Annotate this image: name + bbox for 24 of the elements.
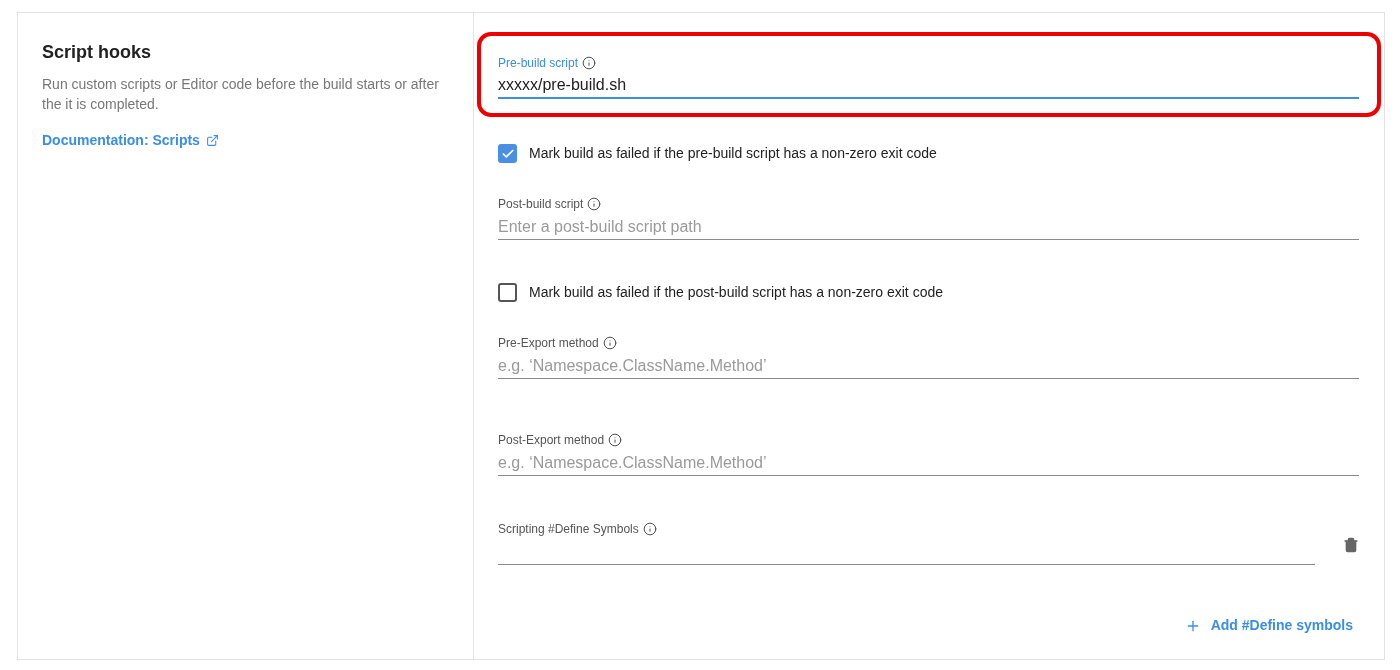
- section-title: Script hooks: [42, 41, 153, 64]
- field-label: Post-build script: [498, 196, 584, 212]
- checkbox-label: Mark build as failed if the post-build script has a non-zero exit code: [529, 283, 943, 302]
- info-icon[interactable]: [582, 56, 597, 70]
- external-link-icon: [205, 134, 219, 147]
- checkbox[interactable]: [498, 144, 517, 163]
- text-field[interactable]: xxxxx/pre-build.sh: [498, 73, 1359, 99]
- documentation-link[interactable]: Documentation: Scripts: [42, 130, 219, 151]
- info-icon[interactable]: [642, 522, 657, 536]
- checkbox[interactable]: [498, 283, 517, 302]
- trash-icon[interactable]: [1343, 537, 1359, 553]
- section-description: Run custom scripts or Editor code before the build starts or after the it is completed.: [42, 75, 440, 114]
- field-label: Scripting #Define Symbols: [498, 521, 639, 537]
- text-field[interactable]: Enter a post-build script path: [498, 214, 1359, 240]
- checkbox-label: Mark build as failed if the pre-build script has a non-zero exit code: [529, 144, 937, 163]
- add-symbols-button[interactable]: Add #Define symbols: [1184, 615, 1353, 636]
- info-icon[interactable]: [608, 433, 623, 447]
- field-label: Post-Export method: [498, 432, 605, 448]
- text-field[interactable]: e.g. ‘Namespace.ClassName.Method’: [498, 450, 1359, 476]
- info-icon[interactable]: [602, 336, 617, 350]
- field-label: Pre-build script: [498, 55, 579, 71]
- field-label: Pre-Export method: [498, 335, 599, 351]
- text-field[interactable]: e.g. ‘Namespace.ClassName.Method’: [498, 353, 1359, 379]
- info-icon[interactable]: [587, 197, 602, 211]
